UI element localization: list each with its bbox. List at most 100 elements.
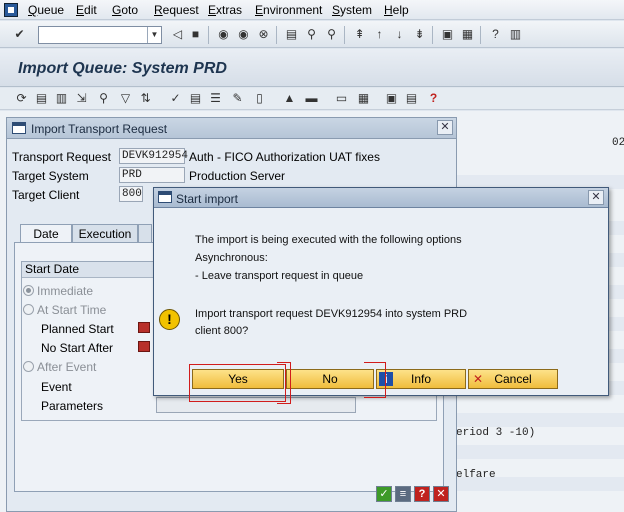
menu-request[interactable]: Request	[154, 3, 199, 17]
transport-request-label: Transport Request	[12, 150, 111, 164]
dialog-title: Import Transport Request	[31, 122, 168, 136]
transport-request-description: Auth - FICO Authorization UAT fixes	[189, 150, 380, 164]
transport-request-field[interactable]: DEVK912954	[119, 148, 188, 164]
page-title: Import Queue: System PRD	[18, 60, 227, 77]
cancel-icon[interactable]: ✕	[433, 486, 449, 502]
dialog-header: Start import ✕	[154, 188, 608, 208]
menu-goto[interactable]: Goto	[112, 3, 138, 17]
target-system-description: Production Server	[189, 169, 286, 183]
detail-icon[interactable]: ▤	[188, 91, 203, 106]
chevron-down-icon[interactable]: ▼	[147, 27, 161, 43]
bg-row-text: eriod 3 -10)	[456, 427, 536, 439]
target-client-field[interactable]: 800	[119, 186, 143, 202]
print-icon[interactable]: ▤	[284, 27, 299, 42]
after-event-label: After Event	[37, 360, 97, 374]
after-event-radio[interactable]	[23, 361, 34, 372]
at-start-time-label: At Start Time	[37, 303, 107, 317]
separator	[432, 26, 433, 44]
exit-icon[interactable]: ◉	[236, 27, 251, 42]
shortcut-icon[interactable]: ▦	[460, 27, 475, 42]
separator	[344, 26, 345, 44]
menu-edit[interactable]: Edit	[76, 3, 97, 17]
cancel-button[interactable]: ✕ Cancel	[468, 369, 558, 389]
calendar-icon[interactable]	[138, 322, 150, 333]
back-icon[interactable]: ◁	[170, 27, 185, 42]
leave-in-queue-option: - Leave transport request in queue	[195, 270, 364, 282]
highlight-box	[364, 362, 386, 398]
refresh-icon[interactable]: ⟳	[14, 91, 29, 106]
cancel-nav-icon[interactable]: ⊗	[256, 27, 271, 42]
list-row	[455, 445, 624, 459]
first-page-icon[interactable]: ⇞	[352, 27, 367, 42]
immediate-label: Immediate	[37, 284, 94, 298]
info-button[interactable]: i Info	[376, 369, 466, 389]
enter-icon[interactable]: ✔	[12, 27, 27, 42]
window-icon	[158, 191, 172, 203]
close-icon[interactable]: ✕	[437, 120, 453, 135]
zoom-icon[interactable]: ⚲	[96, 91, 111, 106]
no-button[interactable]: No	[286, 369, 374, 389]
next-page-icon[interactable]: ↓	[392, 27, 407, 42]
truck-icon[interactable]: ▥	[54, 91, 69, 106]
edit-icon[interactable]: ✎	[230, 91, 245, 106]
command-field[interactable]: ▼	[38, 26, 162, 44]
no-start-after-label: No Start After	[41, 341, 114, 355]
find-next-icon[interactable]: ⚲	[324, 27, 339, 42]
help-icon[interactable]: ?	[414, 486, 430, 502]
bg-text-fragment: 02	[612, 137, 624, 149]
menu-queue[interactable]: Queue	[28, 3, 64, 17]
immediate-radio[interactable]	[23, 285, 34, 296]
close-icon[interactable]: ✕	[588, 190, 604, 205]
options-icon[interactable]: ≡	[395, 486, 411, 502]
settings-icon[interactable]: ▣	[384, 91, 399, 106]
calendar-icon[interactable]	[138, 341, 150, 352]
separator	[480, 26, 481, 44]
list-row	[455, 413, 624, 427]
cancel-button-label: Cancel	[494, 372, 532, 386]
help-icon[interactable]: ?	[488, 27, 503, 42]
title-bar: Import Queue: System PRD	[0, 49, 624, 87]
filter-icon[interactable]: ▽	[118, 91, 133, 106]
log-icon[interactable]: ▦	[356, 91, 371, 106]
parameters-label: Parameters	[41, 399, 104, 413]
find-icon[interactable]: ⚲	[304, 27, 319, 42]
back-nav-icon[interactable]: ◉	[216, 27, 231, 42]
separator	[276, 26, 277, 44]
tab-more[interactable]	[138, 224, 152, 244]
dialog-header: Import Transport Request ✕	[7, 118, 456, 139]
configure-icon[interactable]: ▤	[404, 91, 419, 106]
target-system-label: Target System	[12, 169, 89, 183]
new-session-icon[interactable]: ▣	[440, 27, 455, 42]
import-options-message: The import is being executed with the fo…	[195, 234, 462, 246]
list-icon[interactable]: ☰	[208, 91, 223, 106]
highlight-box	[189, 364, 286, 402]
target-system-field[interactable]: PRD	[119, 167, 185, 183]
tab-execution[interactable]: Execution	[72, 224, 138, 244]
import-question: Import transport request DEVK912954 into…	[195, 308, 468, 320]
confirm-icon[interactable]: ✓	[376, 486, 392, 502]
transport-truck-icon[interactable]: ▬	[304, 91, 319, 106]
menu-extras[interactable]: Extras	[208, 3, 242, 17]
menu-help[interactable]: Help	[384, 3, 409, 17]
at-start-time-radio[interactable]	[23, 304, 34, 315]
lock-icon[interactable]: ▲	[282, 91, 297, 106]
warning-icon: !	[159, 309, 180, 330]
prev-page-icon[interactable]: ↑	[372, 27, 387, 42]
save-icon[interactable]: ■	[188, 27, 203, 42]
target-client-label: Target Client	[12, 188, 80, 202]
check-icon[interactable]: ✓	[168, 91, 183, 106]
monitor-icon[interactable]: ▭	[334, 91, 349, 106]
document-icon[interactable]: ▯	[252, 91, 267, 106]
asynchronous-label: Asynchronous:	[195, 252, 268, 264]
last-page-icon[interactable]: ⇟	[412, 27, 427, 42]
print-queue-icon[interactable]: ▤	[34, 91, 49, 106]
menu-system[interactable]: System	[332, 3, 372, 17]
bg-row-text: elfare	[456, 469, 496, 481]
import-icon[interactable]: ⇲	[74, 91, 89, 106]
menu-environment[interactable]: Environment	[255, 3, 322, 17]
layout-icon[interactable]: ▥	[508, 27, 523, 42]
help-red-icon[interactable]: ?	[426, 91, 441, 106]
sap-window-icon[interactable]	[4, 3, 18, 17]
tab-date[interactable]: Date	[20, 224, 72, 244]
sort-icon[interactable]: ⇅	[138, 91, 153, 106]
